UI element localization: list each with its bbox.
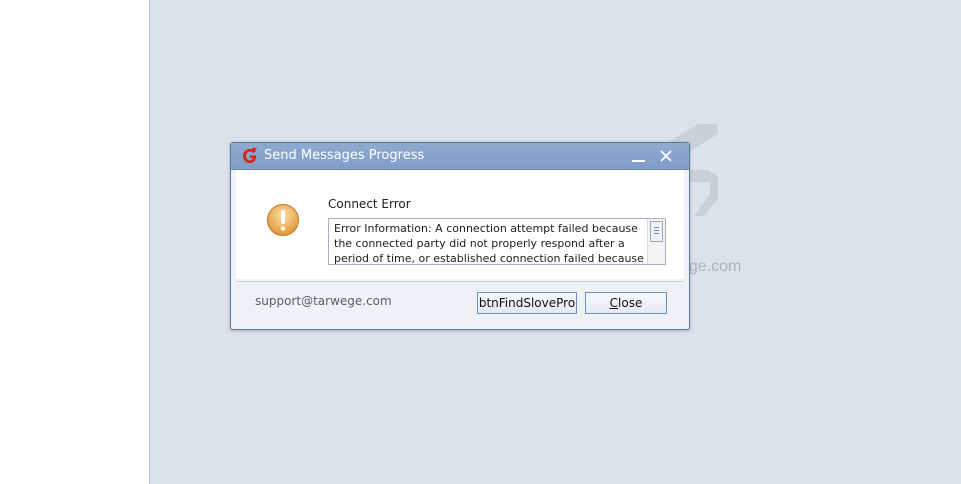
error-message-box[interactable]: Error Information: A connection attempt …: [328, 218, 666, 265]
close-icon: [660, 150, 672, 162]
scrollbar-thumb[interactable]: [650, 221, 663, 242]
support-email: support@tarwege.com: [255, 294, 392, 308]
minimize-button[interactable]: [629, 146, 649, 166]
error-message-text: Error Information: A connection attempt …: [334, 222, 644, 265]
close-button-label: lose: [618, 296, 643, 310]
dialog-content: Connect Error Error Information: A conne…: [236, 170, 684, 279]
close-button[interactable]: Close: [585, 292, 667, 314]
send-messages-dialog: Send Messages Progress Connect Error Err…: [230, 142, 690, 330]
close-button-mnemonic: C: [609, 296, 619, 310]
dialog-titlebar[interactable]: Send Messages Progress: [231, 143, 689, 170]
footer-divider: [236, 281, 684, 282]
dialog-title: Send Messages Progress: [264, 148, 425, 163]
app-logo-icon: [243, 148, 257, 163]
message-scrollbar[interactable]: [647, 219, 665, 264]
close-window-button[interactable]: [656, 146, 676, 166]
warning-icon: [267, 204, 299, 236]
find-solve-problem-button[interactable]: btnFindSlovePro: [477, 292, 577, 314]
error-heading: Connect Error: [328, 197, 411, 211]
minimize-icon: [632, 160, 645, 162]
left-pane: [0, 0, 149, 484]
